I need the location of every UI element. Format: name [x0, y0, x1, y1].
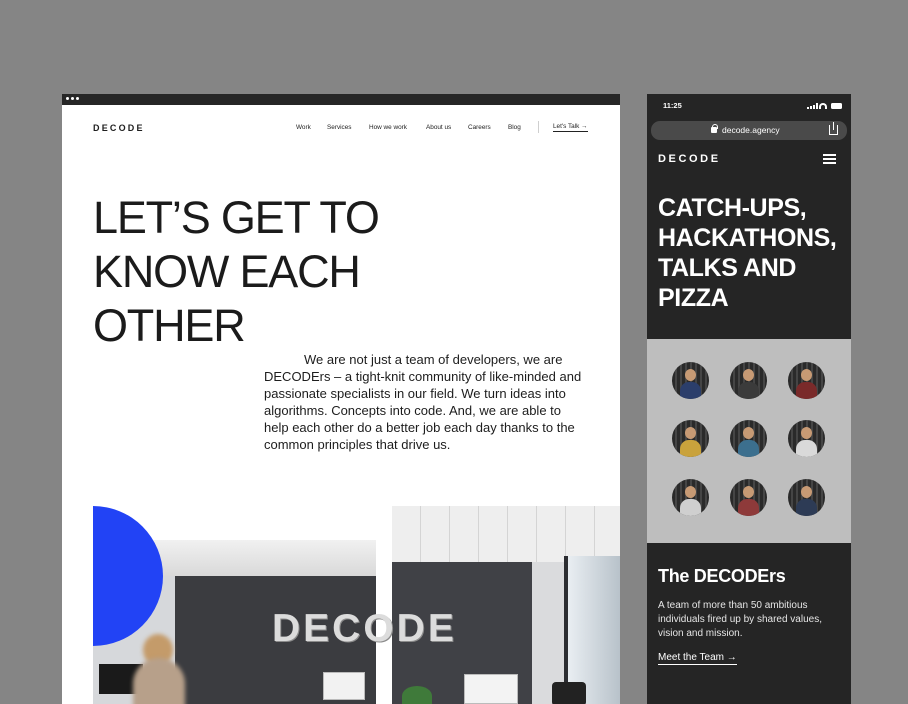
mobile-site-logo[interactable]: DECODE	[658, 153, 721, 165]
team-photo-grid	[647, 339, 851, 543]
window-dot-icon	[76, 97, 79, 100]
window-dot-icon	[66, 97, 69, 100]
nav-item-careers[interactable]: Careers	[468, 124, 491, 131]
nav-item-blog[interactable]: Blog	[508, 124, 521, 131]
team-member-photo	[788, 420, 825, 457]
address-bar-url[interactable]: decode.agency	[722, 125, 780, 135]
section-title: The DECODErs	[658, 566, 786, 586]
team-member-photo	[672, 479, 709, 516]
nav-item-services[interactable]: Services	[327, 124, 352, 131]
team-member-photo	[672, 420, 709, 457]
nav-item-work[interactable]: Work	[296, 124, 311, 131]
office-wall-sign: DECODE	[272, 607, 457, 650]
signal-icon	[807, 107, 809, 109]
nav-item-about-us[interactable]: About us	[426, 124, 451, 131]
team-member-photo	[788, 362, 825, 399]
team-member-photo	[788, 479, 825, 516]
share-icon[interactable]	[829, 122, 838, 135]
team-member-photo	[730, 420, 767, 457]
lock-icon	[711, 124, 718, 133]
battery-icon	[831, 103, 842, 109]
nav-divider	[538, 121, 539, 133]
lets-talk-link[interactable]: Let's Talk →	[553, 123, 588, 132]
nav-item-how-we-work[interactable]: How we work	[369, 124, 407, 131]
mobile-headline: CATCH-UPS, HACKATHONS, TALKS AND PIZZA	[658, 194, 837, 312]
browser-chrome-bar	[62, 94, 620, 105]
team-member-photo	[672, 362, 709, 399]
address-bar[interactable]: decode.agency	[651, 121, 847, 140]
desktop-browser-mockup: DECODE Work Services How we work About u…	[62, 94, 620, 704]
team-member-photo	[730, 362, 767, 399]
section-body: A team of more than 50 ambitious individ…	[658, 600, 822, 639]
intro-paragraph: We are not just a team of developers, we…	[264, 352, 582, 452]
wifi-icon	[819, 103, 827, 109]
team-member-photo	[730, 479, 767, 516]
page-headline: LET’S GET TO KNOW EACH OTHER	[93, 192, 380, 351]
window-dot-icon	[71, 97, 74, 100]
office-photo-right	[392, 506, 620, 704]
site-logo[interactable]: DECODE	[93, 123, 145, 133]
status-time: 11:25	[663, 101, 682, 110]
hamburger-menu-icon[interactable]	[823, 154, 836, 164]
status-icons	[807, 103, 843, 109]
mobile-phone-mockup: 11:25 decode.agency DECODE CATCH-UPS, HA…	[647, 94, 851, 704]
meet-the-team-link[interactable]: Meet the Team →	[658, 652, 737, 665]
